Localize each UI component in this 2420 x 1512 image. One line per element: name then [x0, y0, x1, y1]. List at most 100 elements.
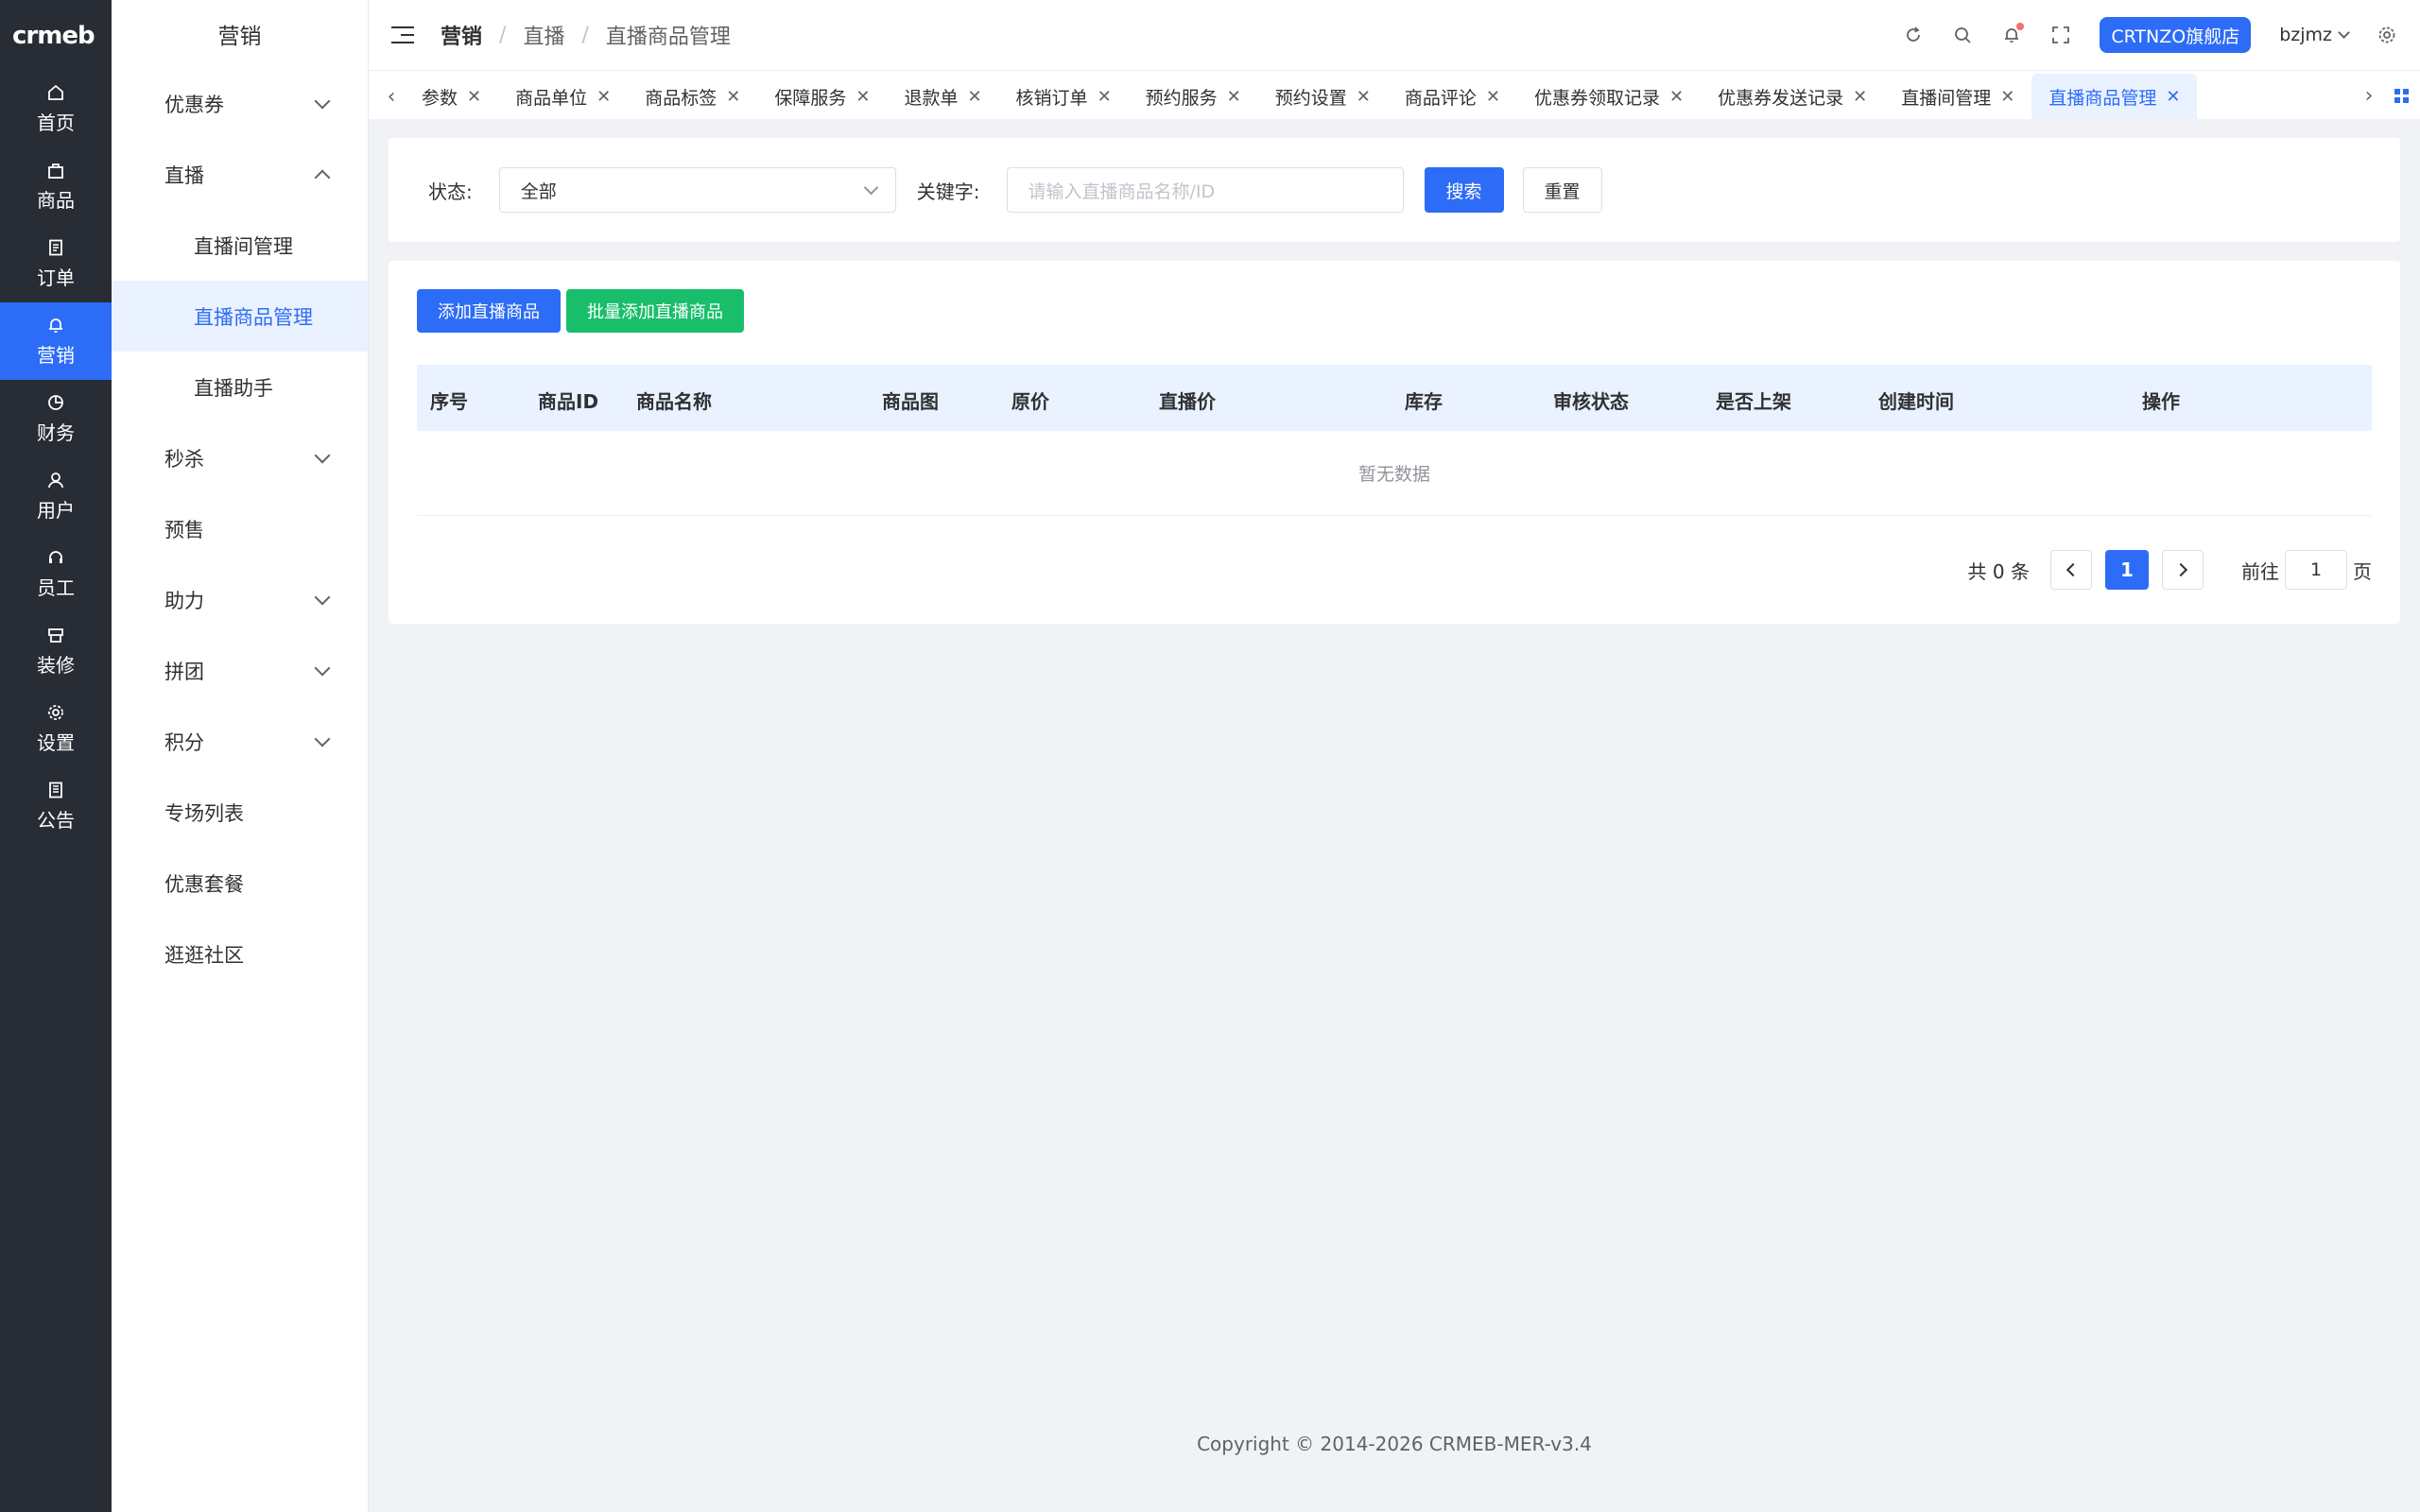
- tab-item[interactable]: 保障服务 ✕: [757, 74, 887, 119]
- close-icon[interactable]: ✕: [1669, 87, 1684, 107]
- rail-item-label: 用户: [37, 498, 75, 522]
- tabs-scroll-right-icon[interactable]: ›: [2356, 73, 2382, 118]
- submenu-title: 营销: [217, 25, 262, 49]
- settings-gear-icon[interactable]: [2377, 25, 2397, 45]
- column-header: 原价: [1011, 390, 1049, 413]
- submenu-item-live[interactable]: 直播: [112, 139, 368, 210]
- submenu-item-community[interactable]: 逛逛社区: [112, 919, 368, 989]
- close-icon[interactable]: ✕: [1357, 87, 1371, 107]
- tab-item[interactable]: 优惠券发送记录 ✕: [1701, 74, 1884, 119]
- close-icon[interactable]: ✕: [467, 87, 481, 107]
- submenu-item-live-assistant[interactable]: 直播助手: [112, 352, 368, 422]
- chevron-down-icon: [314, 589, 331, 605]
- tab-label: 直播商品管理: [2048, 87, 2157, 109]
- pie-icon: [46, 393, 65, 412]
- batch-add-live-goods-button[interactable]: 批量添加直播商品: [566, 289, 744, 333]
- tab-item[interactable]: 参数 ✕: [405, 74, 498, 119]
- add-live-goods-button[interactable]: 添加直播商品: [417, 289, 561, 333]
- rail-item-label: 营销: [37, 343, 75, 367]
- close-icon[interactable]: ✕: [726, 87, 740, 107]
- rail-item-marketing[interactable]: 营销: [0, 302, 112, 380]
- tab-item[interactable]: 商品单位 ✕: [498, 74, 628, 119]
- tab-item[interactable]: 商品评论 ✕: [1388, 74, 1517, 119]
- rail-item-notice[interactable]: 公告: [0, 767, 112, 845]
- prev-page-button[interactable]: [2050, 550, 2092, 590]
- tab-item[interactable]: 优惠券领取记录 ✕: [1517, 74, 1701, 119]
- store-switch-button[interactable]: CRTNZO旗舰店: [2100, 17, 2252, 53]
- close-icon[interactable]: ✕: [596, 87, 611, 107]
- tab-item[interactable]: 预约设置 ✕: [1258, 74, 1388, 119]
- rail-item-goods[interactable]: 商品: [0, 147, 112, 225]
- next-page-button[interactable]: [2162, 550, 2204, 590]
- submenu-item-group-buy[interactable]: 拼团: [112, 635, 368, 706]
- close-icon[interactable]: ✕: [967, 87, 981, 107]
- pagination-total: 共 0 条: [1967, 559, 2030, 583]
- status-select-value: 全部: [520, 180, 557, 202]
- rail-item-label: 员工: [37, 576, 75, 599]
- rail-item-settings[interactable]: 设置: [0, 690, 112, 767]
- rail-item-users[interactable]: 用户: [0, 457, 112, 535]
- tab-item-active[interactable]: 直播商品管理 ✕: [2031, 74, 2198, 119]
- fullscreen-icon[interactable]: [2050, 25, 2071, 45]
- brand-logo[interactable]: crmeb: [0, 0, 112, 70]
- user-icon: [46, 471, 65, 490]
- rail-item-staff[interactable]: 员工: [0, 535, 112, 612]
- notification-bell-icon[interactable]: [2001, 23, 2025, 45]
- close-icon[interactable]: ✕: [1486, 87, 1500, 107]
- submenu-item-live-goods[interactable]: 直播商品管理: [112, 281, 368, 352]
- pagination: 共 0 条 1 前往 1 页: [1968, 550, 2372, 590]
- search-icon[interactable]: [1952, 25, 1973, 45]
- breadcrumb-item[interactable]: 营销: [441, 20, 482, 50]
- close-icon[interactable]: ✕: [856, 87, 870, 107]
- rail-item-label: 设置: [37, 730, 75, 754]
- submenu-item-points[interactable]: 积分: [112, 706, 368, 777]
- submenu-item-coupon[interactable]: 优惠券: [112, 68, 368, 139]
- column-header: 库存: [1405, 390, 1443, 413]
- submenu-item-seckill[interactable]: 秒杀: [112, 422, 368, 493]
- column-header: 商品ID: [538, 390, 599, 413]
- submenu-item-live-room[interactable]: 直播间管理: [112, 210, 368, 281]
- user-menu[interactable]: bzjmz: [2279, 25, 2350, 45]
- collapse-menu-icon[interactable]: [391, 26, 414, 43]
- tab-item[interactable]: 预约服务 ✕: [1129, 74, 1258, 119]
- breadcrumb-item[interactable]: 直播: [523, 20, 564, 50]
- reset-button[interactable]: 重置: [1522, 167, 1602, 213]
- submenu-item-presale[interactable]: 预售: [112, 493, 368, 564]
- chevron-down-icon: [314, 447, 331, 463]
- tab-item[interactable]: 直播间管理 ✕: [1884, 74, 2031, 119]
- submenu-item-assist[interactable]: 助力: [112, 564, 368, 635]
- goto-page-input[interactable]: 1: [2285, 550, 2347, 590]
- search-button[interactable]: 搜索: [1424, 167, 1504, 213]
- status-select[interactable]: 全部: [498, 167, 896, 213]
- column-header: 序号: [430, 390, 468, 413]
- tabs-menu-grid-icon[interactable]: [2382, 71, 2420, 119]
- close-icon[interactable]: ✕: [2166, 87, 2180, 107]
- submenu-item-bundle[interactable]: 优惠套餐: [112, 848, 368, 919]
- column-header: 直播价: [1159, 390, 1216, 413]
- page-number-current[interactable]: 1: [2105, 550, 2149, 590]
- refresh-icon[interactable]: [1903, 25, 1924, 45]
- keyword-input[interactable]: 请输入直播商品名称/ID: [1006, 167, 1404, 213]
- close-icon[interactable]: ✕: [1853, 87, 1867, 107]
- rail-item-order[interactable]: 订单: [0, 225, 112, 302]
- column-header: 商品图: [882, 390, 939, 413]
- submenu-item-topic-list[interactable]: 专场列表: [112, 777, 368, 848]
- rail-item-decorate[interactable]: 装修: [0, 612, 112, 690]
- close-icon[interactable]: ✕: [1098, 87, 1112, 107]
- crmeb-logo-icon: crmeb: [12, 22, 95, 50]
- tab-item[interactable]: 核销订单 ✕: [999, 74, 1129, 119]
- tabs-scroll-left-icon[interactable]: ‹: [378, 74, 405, 119]
- tab-item[interactable]: 退款单 ✕: [887, 74, 998, 119]
- rail-item-finance[interactable]: 财务: [0, 380, 112, 457]
- live-goods-card: 添加直播商品 批量添加直播商品 序号 商品ID 商品名称 商品图 原价 直播价 …: [389, 261, 2400, 624]
- close-icon[interactable]: ✕: [1227, 87, 1241, 107]
- rail-item-home[interactable]: 首页: [0, 70, 112, 147]
- chevron-down-icon: [314, 660, 331, 676]
- column-header: 操作: [2142, 390, 2180, 413]
- tab-label: 预约服务: [1145, 87, 1218, 109]
- keyword-label: 关键字:: [916, 180, 980, 203]
- submenu-item-label: 优惠券: [164, 93, 224, 116]
- tab-item[interactable]: 商品标签 ✕: [628, 74, 757, 119]
- decorate-icon: [46, 626, 65, 644]
- close-icon[interactable]: ✕: [2000, 87, 2014, 107]
